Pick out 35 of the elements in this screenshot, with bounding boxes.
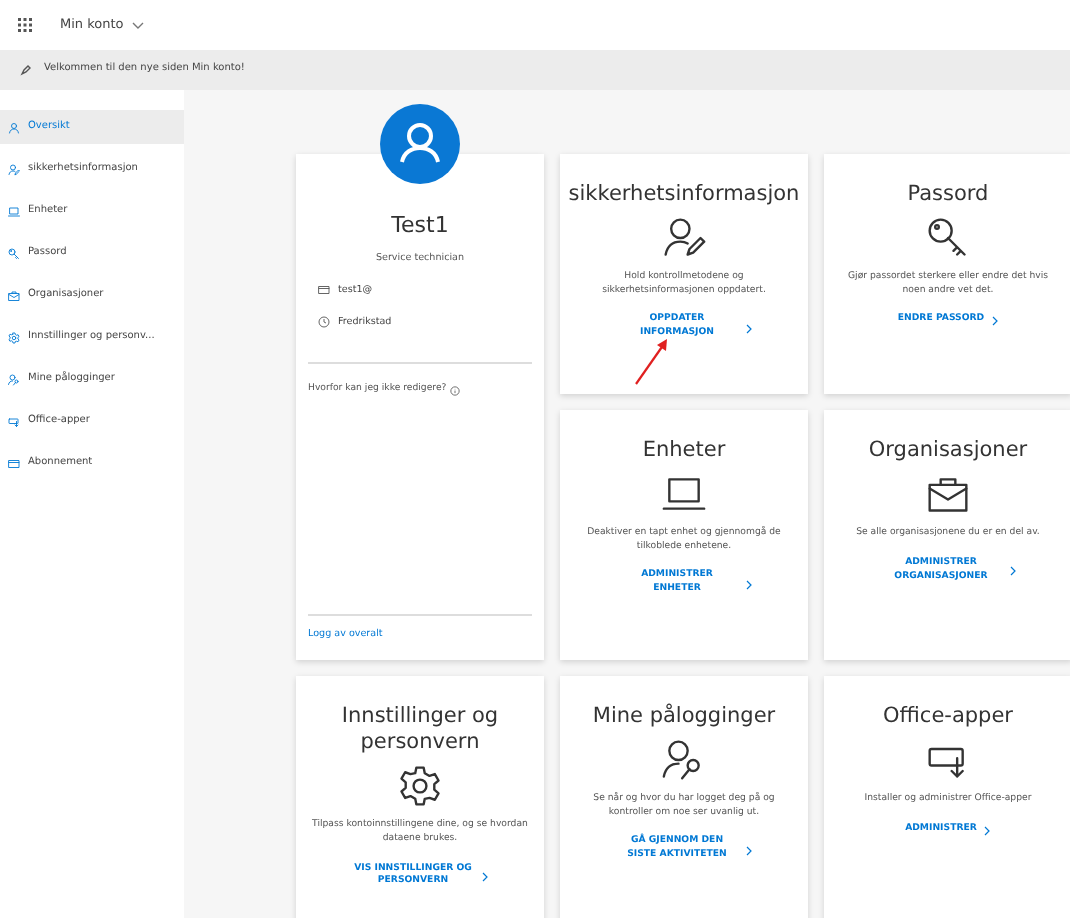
briefcase-icon xyxy=(926,472,970,517)
card-icon xyxy=(8,457,20,469)
chevron-right-icon xyxy=(745,323,751,334)
tile-title: Organisasjoner xyxy=(868,438,1028,465)
person-pencil-icon xyxy=(8,163,20,175)
tile-title: Mine pålogginger xyxy=(592,704,776,731)
key-icon xyxy=(8,247,20,259)
chevron-right-icon xyxy=(745,845,751,856)
person-key-icon xyxy=(662,738,706,783)
tile-title: Passord xyxy=(907,182,989,209)
annotation-arrow xyxy=(632,336,672,388)
card-icon xyxy=(318,284,330,297)
profile-name: Test1 xyxy=(389,210,451,242)
chevron-right-icon xyxy=(992,316,999,327)
chevron-right-icon xyxy=(984,825,991,836)
person-pencil-icon xyxy=(662,216,706,261)
download-icon xyxy=(8,415,20,427)
info-icon[interactable] xyxy=(450,386,461,396)
tile-title: Innstillinger og personvern xyxy=(339,704,501,757)
person-icon xyxy=(8,121,20,133)
chevron-down-icon[interactable] xyxy=(131,21,144,29)
app-launcher-icon[interactable] xyxy=(18,18,32,32)
chevron-right-icon xyxy=(1009,566,1015,577)
briefcase-icon xyxy=(8,289,20,301)
tile-title: sikkerhetsinformasjon xyxy=(568,182,800,209)
person-key-icon xyxy=(8,373,20,385)
settings-icon xyxy=(8,331,20,343)
chevron-right-icon xyxy=(745,579,751,590)
chevron-right-icon xyxy=(481,871,487,882)
laptop-icon xyxy=(8,205,20,217)
clock-icon xyxy=(318,316,330,329)
tile-title: Enheter xyxy=(642,438,726,465)
settings-icon xyxy=(398,764,442,809)
key-icon xyxy=(926,216,970,261)
tile-title: Office-apper xyxy=(883,704,1013,731)
